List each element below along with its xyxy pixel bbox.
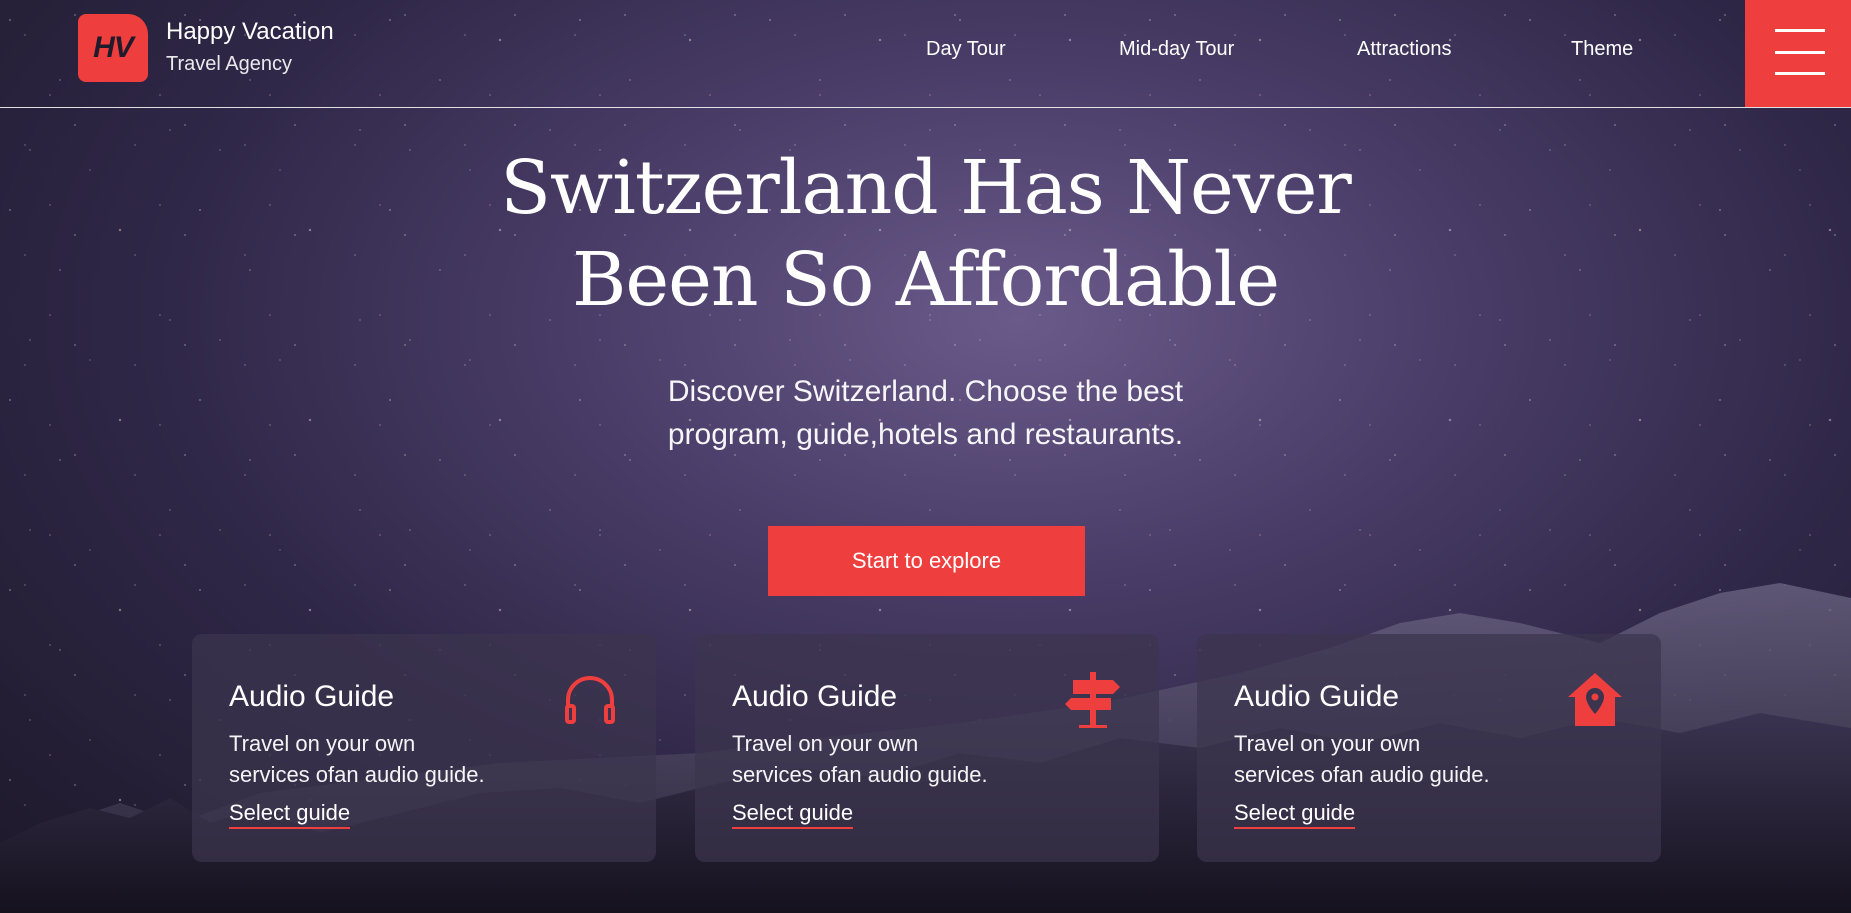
logo[interactable]: HV [78,14,148,82]
select-guide-link[interactable]: Select guide [229,800,351,829]
signpost-icon [1065,672,1120,728]
card-description-line: services ofan audio guide. [1234,762,1490,787]
card-title: Audio Guide [229,680,395,713]
home-location-icon [1568,673,1622,726]
headphones-icon [565,676,615,724]
nav-attractions[interactable]: Attractions [1357,38,1451,61]
feature-card: Audio Guide Travel on your own services … [695,634,1159,862]
site-header: HV Happy Vacation Travel Agency Day Tour… [0,0,1851,108]
start-explore-button[interactable]: Start to explore [768,526,1085,596]
brand-tagline: Travel Agency [166,53,292,75]
feature-card: Audio Guide Travel on your own services … [1197,634,1661,862]
hero-title-line-2: Been So Affordable [571,237,1280,323]
menu-bar-icon [1775,29,1825,32]
feature-card: Audio Guide Travel on your own services … [192,634,656,862]
nav-theme[interactable]: Theme [1571,38,1633,61]
hamburger-menu-button[interactable] [1745,0,1851,107]
card-description-line: services ofan audio guide. [229,762,485,787]
card-description-line: Travel on your own [229,731,416,756]
nav-day-tour[interactable]: Day Tour [926,38,1006,61]
menu-bar-icon [1775,72,1825,75]
card-title: Audio Guide [732,680,898,713]
nav-mid-day-tour[interactable]: Mid-day Tour [1119,38,1234,61]
card-description-line: services ofan audio guide. [732,762,988,787]
hero-title-line-1: Switzerland Has Never [500,145,1352,231]
card-description-line: Travel on your own [1234,731,1421,756]
select-guide-link[interactable]: Select guide [732,800,854,829]
hero-subtitle-line-2: program, guide,hotels and restaurants. [667,418,1184,451]
select-guide-link[interactable]: Select guide [1234,800,1356,829]
card-description-line: Travel on your own [732,731,919,756]
brand-name: Happy Vacation [166,18,334,45]
hero-subtitle-line-1: Discover Switzerland. Choose the best [667,375,1184,408]
card-description: Travel on your own services ofan audio g… [229,728,549,790]
card-title: Audio Guide [1234,680,1400,713]
card-description: Travel on your own services ofan audio g… [1234,728,1554,790]
menu-bar-icon [1775,51,1825,54]
card-description: Travel on your own services ofan audio g… [732,728,1052,790]
